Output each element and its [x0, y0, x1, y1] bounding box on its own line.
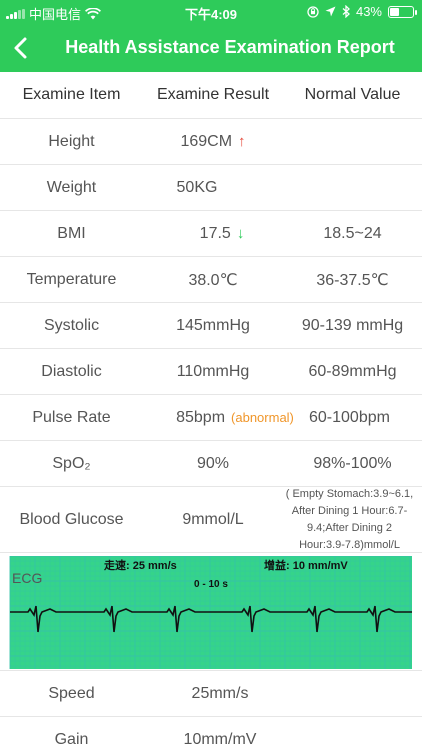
arrow-up-icon: ↑ [238, 132, 246, 150]
row-result: 10mm/mV [183, 730, 257, 748]
nav-bar: Health Assistance Examination Report [0, 24, 422, 72]
row-normal: 60-100bpm [309, 408, 390, 426]
row-item: Systolic [43, 316, 100, 334]
status-bar: 中国电信 下午4:09 43% [0, 0, 422, 24]
arrow-down-icon: ↓ [236, 224, 245, 242]
row-result: 17.5 ↓ [199, 224, 245, 242]
row-result: 38.0℃ [188, 271, 238, 289]
table-row: Height 169CM ↑ [0, 119, 422, 165]
row-result: 90% [196, 454, 230, 472]
chevron-left-icon [14, 37, 27, 59]
row-normal: 90-139 mmHg [301, 316, 404, 334]
bluetooth-icon [342, 5, 350, 18]
ecg-gain-label: 增益: 10 mm/mV [264, 558, 348, 572]
row-result: 25mm/s [191, 684, 249, 702]
row-normal: 36-37.5℃ [316, 271, 389, 289]
table-row: Weight 50KG [0, 165, 422, 211]
table-row: Systolic 145mmHg 90-139 mmHg [0, 303, 422, 349]
ecg-label: ECG [12, 570, 42, 586]
table-row: Pulse Rate 85bpm (abnormal) 60-100bpm [0, 395, 422, 441]
ecg-range-label: 0 - 10 s [194, 579, 228, 590]
row-result: 145mmHg [176, 316, 250, 334]
row-normal: 98%-100% [313, 454, 392, 472]
orientation-lock-icon [307, 5, 319, 18]
abnormal-badge: (abnormal) [231, 409, 294, 425]
table-row: Temperature 38.0℃ 36-37.5℃ [0, 257, 422, 303]
settings-table: Speed 25mm/s Gain 10mm/mV [0, 671, 422, 750]
row-result: 110mmHg [176, 362, 250, 380]
ecg-svg: 走速: 25 mm/s 增益: 10 mm/mV 0 - 10 s ECG [9, 556, 412, 669]
row-result: 9mmol/L [182, 510, 244, 528]
header-examine-item: Examine Item [22, 86, 121, 103]
row-item: Diastolic [41, 362, 102, 380]
row-normal: 18.5~24 [323, 224, 382, 242]
row-result: 169CM ↑ [180, 132, 246, 150]
table-row: Speed 25mm/s [0, 671, 422, 717]
header-normal-value: Normal Value [304, 86, 401, 103]
table-row: Blood Glucose 9mmol/L ( Empty Stomach:3.… [0, 487, 422, 553]
row-item: Pulse Rate [32, 408, 111, 426]
row-item: Weight [46, 178, 97, 196]
row-item: Height [48, 132, 95, 150]
row-result: 85bpm (abnormal) [176, 408, 294, 426]
row-item: Speed [48, 684, 95, 702]
location-icon [325, 6, 336, 17]
battery-icon [388, 5, 417, 18]
table-row: Diastolic 110mmHg 60-89mmHg [0, 349, 422, 395]
table-row: Gain 10mm/mV [0, 717, 422, 750]
row-normal: ( Empty Stomach:3.9~6.1, After Dining 1 … [285, 487, 414, 551]
row-item: Temperature [26, 270, 117, 288]
status-indicators: 43% [307, 4, 417, 19]
table-header: Examine Item Examine Result Normal Value [0, 72, 422, 119]
back-button[interactable] [4, 30, 40, 66]
row-normal: 60-89mmHg [308, 362, 397, 380]
row-item: BMI [57, 224, 86, 242]
battery-percent: 43% [355, 4, 382, 19]
ecg-speed-label: 走速: 25 mm/s [103, 558, 177, 572]
row-item: Blood Glucose [19, 510, 124, 528]
page-title: Health Assistance Examination Report [65, 37, 395, 57]
header-examine-result: Examine Result [156, 86, 270, 103]
table-row: BMI 17.5 ↓ 18.5~24 [0, 211, 422, 257]
report-table: Examine Item Examine Result Normal Value… [0, 72, 422, 553]
table-row: SpO₂ 90% 98%-100% [0, 441, 422, 487]
row-item: SpO₂ [52, 454, 91, 472]
ecg-chart: 走速: 25 mm/s 增益: 10 mm/mV 0 - 10 s ECG [0, 556, 422, 671]
row-result: 50KG [176, 178, 218, 196]
row-item: Gain [54, 730, 89, 748]
